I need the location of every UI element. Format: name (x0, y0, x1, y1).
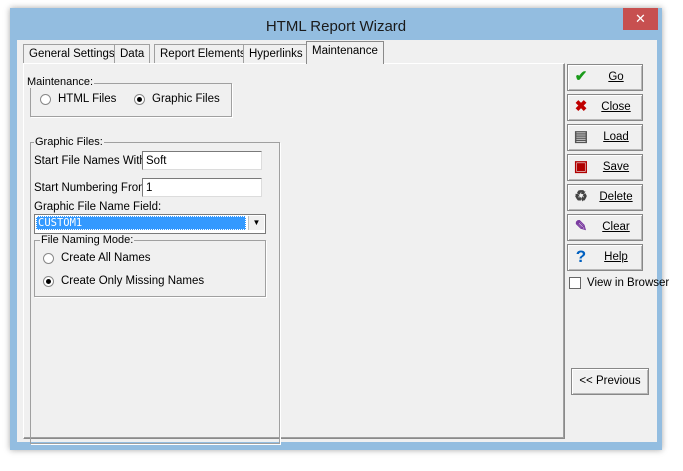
window-title: HTML Report Wizard (265, 18, 407, 35)
checkmark-icon: ✔ (574, 68, 588, 85)
wizard-window: HTML Report Wizard ✕ General Settings Da… (10, 8, 669, 450)
start-file-names-label: Start File Names With: (34, 155, 150, 167)
view-in-browser-label: View in Browser (587, 277, 670, 289)
clear-button-label: Clear (602, 221, 630, 233)
save-button-label: Save (602, 161, 630, 173)
dropdown-selected-value: CUSTOM1 (36, 216, 246, 230)
delete-button-label: Delete (599, 191, 633, 203)
clear-button[interactable]: ✎ Clear (567, 214, 643, 241)
radio-create-only-missing-names[interactable]: Create Only Missing Names (43, 275, 204, 287)
load-button-label: Load (603, 131, 629, 143)
radio-graphic-files[interactable]: Graphic Files (134, 93, 220, 105)
help-button-label: Help (604, 251, 628, 263)
document-icon: ▤ (573, 128, 589, 145)
file-naming-mode-label: File Naming Mode: (40, 234, 135, 246)
radio-create-only-missing-names-indicator[interactable] (43, 275, 54, 287)
previous-button[interactable]: << Previous (571, 368, 649, 395)
radio-create-all-names-label: Create All Names (61, 252, 151, 264)
maintenance-group-label: Maintenance: (26, 76, 95, 88)
tab-report-elements[interactable]: Report Elements (154, 44, 252, 63)
title-bar[interactable]: HTML Report Wizard ✕ (10, 8, 662, 40)
radio-graphic-files-label: Graphic Files (152, 93, 220, 105)
eraser-icon: ✎ (574, 218, 588, 235)
x-icon: ✖ (574, 98, 588, 115)
chevron-down-icon[interactable]: ▼ (248, 216, 264, 230)
window-close-button[interactable]: ✕ (623, 8, 658, 30)
start-file-names-input[interactable] (142, 151, 262, 170)
tab-maintenance[interactable]: Maintenance (306, 41, 384, 64)
close-button-label: Close (601, 101, 631, 113)
save-button[interactable]: ▣ Save (567, 154, 643, 181)
tab-data[interactable]: Data (114, 44, 151, 63)
dialog-client-area: General Settings Data Report Elements Hy… (17, 40, 669, 444)
radio-create-only-missing-names-label: Create Only Missing Names (61, 275, 205, 287)
radio-create-all-names-indicator[interactable] (43, 252, 54, 264)
go-button-label: Go (608, 71, 624, 83)
question-icon: ? (575, 247, 587, 266)
view-in-browser-checkbox[interactable]: View in Browser (569, 277, 669, 289)
graphic-files-group-label: Graphic Files: (34, 136, 104, 148)
view-in-browser-checkbox-box[interactable] (569, 277, 581, 289)
radio-graphic-files-indicator[interactable] (134, 93, 145, 105)
file-naming-mode-group (34, 240, 266, 297)
radio-create-all-names[interactable]: Create All Names (43, 252, 150, 264)
go-button[interactable]: ✔ Go (567, 64, 643, 91)
graphic-file-name-field-label: Graphic File Name Field: (34, 201, 162, 213)
tab-general-settings[interactable]: General Settings (23, 44, 121, 63)
graphic-file-name-field-dropdown[interactable]: CUSTOM1 ▼ (34, 214, 266, 234)
trash-icon: ♻ (574, 188, 588, 205)
radio-html-files-indicator[interactable] (40, 93, 51, 105)
load-button[interactable]: ▤ Load (567, 124, 643, 151)
start-numbering-label: Start Numbering From: (34, 182, 151, 194)
help-button[interactable]: ? Help (567, 244, 643, 271)
radio-html-files[interactable]: HTML Files (40, 93, 116, 105)
start-numbering-input[interactable] (142, 178, 262, 197)
save-icon: ▣ (573, 158, 589, 175)
radio-html-files-label: HTML Files (58, 93, 117, 105)
tab-hyperlinks[interactable]: Hyperlinks (243, 44, 309, 63)
maintenance-panel: Maintenance: HTML Files Graphic Files Gr… (23, 63, 565, 444)
delete-button[interactable]: ♻ Delete (567, 184, 643, 211)
close-button[interactable]: ✖ Close (567, 94, 643, 121)
